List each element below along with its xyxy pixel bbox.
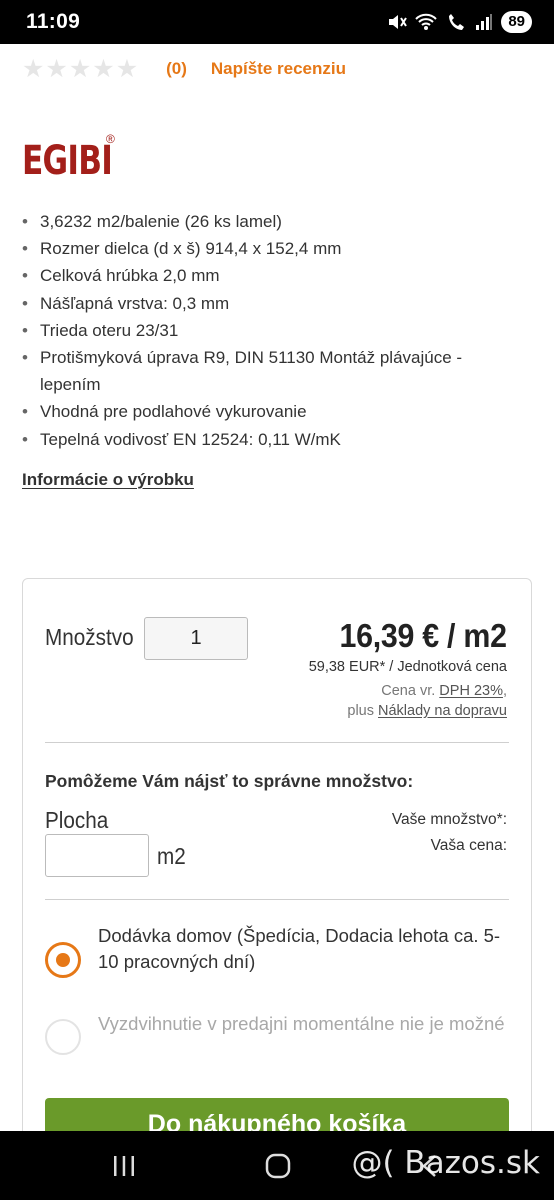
signal-icon <box>475 13 493 31</box>
wifi-call-icon <box>415 13 439 31</box>
feature-list: 3,6232 m2/balenie (26 ks lamel) Rozmer d… <box>22 208 522 453</box>
quantity-input[interactable]: 1 <box>144 617 248 660</box>
recent-apps-icon[interactable] <box>112 1155 136 1182</box>
unit-price: 59,38 EUR* / Jednotková cena <box>308 659 507 675</box>
tax-suffix: , <box>502 683 507 699</box>
brand-name: EGIBI <box>22 138 113 184</box>
your-quantity-label: Vaše množstvo*: <box>391 811 507 828</box>
feature-item: Protišmyková úprava R9, DIN 51130 Montáž… <box>22 344 522 398</box>
area-unit: m2 <box>157 843 186 869</box>
call-icon <box>447 13 467 31</box>
shipping-costs-link[interactable]: Náklady na dopravu <box>378 703 507 719</box>
feature-item: Celková hrúbka 2,0 mm <box>22 262 522 289</box>
star-icon: ★ <box>22 55 45 83</box>
status-bar: 11:09 89 <box>0 0 554 44</box>
store-pickup-radio <box>45 1019 81 1055</box>
home-delivery-radio[interactable] <box>45 942 81 978</box>
star-icon: ★ <box>115 55 139 83</box>
home-icon[interactable] <box>265 1153 291 1184</box>
registered-mark: ® <box>106 132 115 146</box>
area-label: Plocha <box>45 807 109 833</box>
purchase-box: Množstvo 1 16,39 € / m2 59,38 EUR* / Jed… <box>22 578 532 1158</box>
rating-row: ★ ★ ★ ★ ★ (0) Napíšte recenziu <box>22 56 346 82</box>
status-time: 11:09 <box>26 10 81 33</box>
tax-info: Cena vr. DPH 23%, <box>381 683 507 699</box>
status-icons: 89 <box>387 11 532 33</box>
quantity-label: Množstvo <box>45 624 134 650</box>
divider <box>45 899 509 900</box>
area-input[interactable] <box>45 834 149 877</box>
divider <box>45 742 509 743</box>
feature-item: Nášľapná vrstva: 0,3 mm <box>22 290 522 317</box>
feature-item: Tepelná vodivosť EN 12524: 0,11 W/mK <box>22 426 522 453</box>
write-review-link[interactable]: Napíšte recenziu <box>211 59 346 79</box>
feature-item: Vhodná pre podlahové vykurovanie <box>22 398 522 425</box>
shipping-prefix: plus <box>347 703 379 719</box>
feature-item: Trieda oteru 23/31 <box>22 317 522 344</box>
star-icon: ★ <box>92 55 115 83</box>
mute-icon <box>387 13 408 31</box>
feature-item: 3,6232 m2/balenie (26 ks lamel) <box>22 208 522 235</box>
star-rating: ★ ★ ★ ★ ★ <box>22 56 138 82</box>
product-info-link[interactable]: Informácie o výrobku <box>22 470 194 490</box>
shipping-info: plus Náklady na dopravu <box>347 703 507 719</box>
price: 16,39 € / m2 <box>339 617 507 654</box>
battery-indicator: 89 <box>501 11 532 33</box>
watermark: @( Bazos.sk <box>351 1145 540 1181</box>
home-delivery-label[interactable]: Dodávka domov (Špedícia, Dodacia lehota … <box>98 923 518 975</box>
store-pickup-label: Vyzdvihnutie v predajni momentálne nie j… <box>98 1013 505 1034</box>
quantity-helper-title: Pomôžeme Vám nájsť to správne množstvo: <box>45 771 414 791</box>
brand-logo[interactable]: EGIBI ® <box>22 132 137 184</box>
your-price-label: Vaša cena: <box>430 837 507 854</box>
rating-count[interactable]: (0) <box>166 59 187 79</box>
navigation-bar: @( Bazos.sk <box>0 1131 554 1200</box>
feature-item: Rozmer dielca (d x š) 914,4 x 152,4 mm <box>22 235 522 262</box>
star-icon: ★ <box>45 55 68 83</box>
vat-link[interactable]: DPH 23% <box>439 683 503 699</box>
tax-prefix: Cena vr. <box>381 683 440 699</box>
star-icon: ★ <box>68 55 92 83</box>
